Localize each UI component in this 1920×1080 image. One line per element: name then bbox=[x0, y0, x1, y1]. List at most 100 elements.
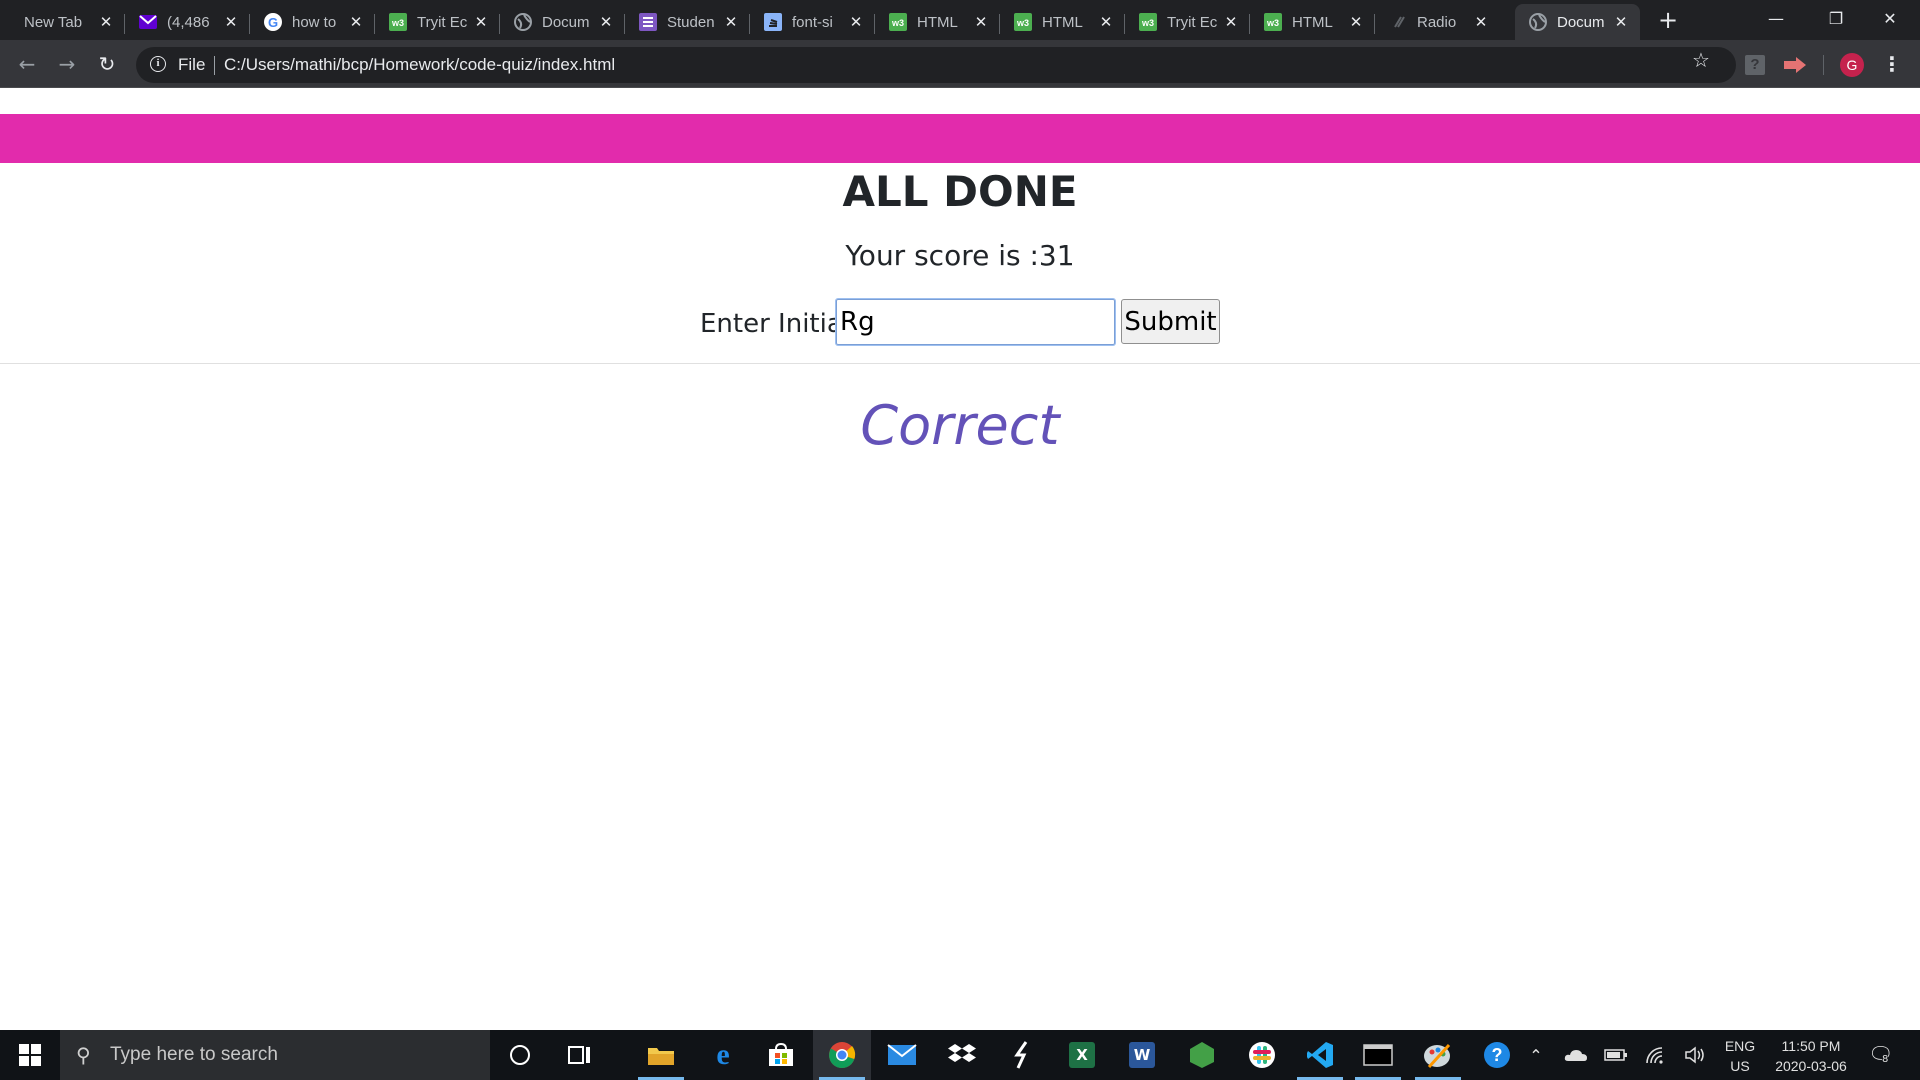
tab-html-1[interactable]: w3 HTML ✕ bbox=[875, 4, 1000, 40]
close-icon[interactable]: ✕ bbox=[1222, 13, 1240, 31]
profile-avatar[interactable]: G bbox=[1840, 53, 1864, 77]
tab-title: Radio bbox=[1417, 13, 1457, 31]
tab-google-search[interactable]: G how to ✕ bbox=[250, 4, 375, 40]
wifi-icon[interactable] bbox=[1642, 1030, 1670, 1080]
w3schools-icon: w3 bbox=[389, 13, 407, 31]
excel-tile: X bbox=[1069, 1042, 1095, 1068]
page-title: ALL DONE bbox=[842, 167, 1078, 216]
windows-start-icon[interactable] bbox=[0, 1030, 60, 1080]
initials-input[interactable] bbox=[835, 298, 1116, 346]
chrome-icon[interactable] bbox=[813, 1030, 871, 1080]
page-content: ALL DONE Your score is :31 Enter Initial… bbox=[0, 89, 1920, 1030]
system-clock[interactable]: 11:50 PM 2020-03-06 bbox=[1766, 1036, 1856, 1076]
volume-icon[interactable] bbox=[1682, 1030, 1710, 1080]
file-explorer-icon[interactable] bbox=[632, 1030, 690, 1080]
input-language[interactable]: ENG US bbox=[1722, 1036, 1758, 1076]
info-icon[interactable]: i bbox=[150, 56, 166, 72]
close-icon[interactable]: ✕ bbox=[347, 13, 365, 31]
nodejs-icon[interactable] bbox=[1173, 1030, 1231, 1080]
tab-title: Studen bbox=[667, 13, 715, 31]
taskbar-search-box[interactable]: ⚲ Type here to search bbox=[60, 1030, 490, 1080]
show-hidden-icons-chevron-icon[interactable]: ⌃ bbox=[1524, 1030, 1548, 1080]
tab-document-active[interactable]: Docum ✕ bbox=[1515, 4, 1640, 40]
header-bar bbox=[0, 114, 1920, 163]
tab-tryit-editor-2[interactable]: w3 Tryit Ec ✕ bbox=[1125, 4, 1250, 40]
vscode-icon[interactable] bbox=[1291, 1030, 1349, 1080]
kebab-menu-icon[interactable]: ⋮ bbox=[1882, 52, 1902, 76]
window-close-icon[interactable]: ✕ bbox=[1860, 0, 1920, 40]
bookmark-star-icon[interactable]: ☆ bbox=[1692, 48, 1710, 72]
tab-font-size[interactable]: font-si ✕ bbox=[750, 4, 875, 40]
w3schools-icon: w3 bbox=[1264, 13, 1282, 31]
word-tile: W bbox=[1129, 1042, 1155, 1068]
reload-icon[interactable]: ↻ bbox=[93, 51, 121, 79]
close-icon[interactable]: ✕ bbox=[222, 13, 240, 31]
terminal-icon[interactable] bbox=[1349, 1030, 1407, 1080]
address-bar[interactable]: i File C:/Users/mathi/bcp/Homework/code-… bbox=[136, 47, 1736, 83]
tab-title: how to bbox=[292, 13, 337, 31]
close-icon[interactable]: ✕ bbox=[972, 13, 990, 31]
extension-help-icon[interactable]: ? bbox=[1745, 55, 1765, 75]
edge-icon[interactable]: e bbox=[694, 1030, 752, 1080]
mail-icon[interactable] bbox=[873, 1030, 931, 1080]
close-icon[interactable]: ✕ bbox=[597, 13, 615, 31]
restore-icon[interactable]: ❐ bbox=[1806, 0, 1866, 40]
toolbar-separator bbox=[1823, 55, 1824, 75]
w3schools-icon: w3 bbox=[1139, 13, 1157, 31]
dropbox-icon[interactable] bbox=[933, 1030, 991, 1080]
address-divider bbox=[214, 56, 215, 75]
svg-text:G: G bbox=[268, 15, 278, 30]
submit-button[interactable]: Submit bbox=[1121, 299, 1220, 344]
onedrive-icon[interactable] bbox=[1562, 1030, 1590, 1080]
close-icon[interactable]: ✕ bbox=[722, 13, 740, 31]
clock-time: 11:50 PM bbox=[1781, 1038, 1841, 1054]
paint-icon[interactable] bbox=[1409, 1030, 1467, 1080]
close-icon[interactable]: ✕ bbox=[1472, 13, 1490, 31]
minimize-icon[interactable]: — bbox=[1746, 0, 1806, 40]
close-icon[interactable]: ✕ bbox=[1612, 13, 1630, 31]
help-icon[interactable]: ? bbox=[1468, 1030, 1526, 1080]
tab-title: Docum bbox=[542, 13, 590, 31]
action-center-icon[interactable]: 🗨 8 bbox=[1868, 1042, 1894, 1068]
tab-title: HTML bbox=[1042, 13, 1083, 31]
close-icon[interactable]: ✕ bbox=[847, 13, 865, 31]
tab-document[interactable]: Docum ✕ bbox=[500, 4, 625, 40]
extension-arrow-icon[interactable] bbox=[1784, 57, 1806, 73]
language-code: ENG bbox=[1724, 1038, 1756, 1054]
task-view-icon[interactable] bbox=[551, 1030, 609, 1080]
tab-title: font-si bbox=[792, 13, 833, 31]
slack-icon[interactable] bbox=[1233, 1030, 1291, 1080]
git-kraken-icon[interactable] bbox=[993, 1030, 1051, 1080]
excel-icon[interactable]: X bbox=[1053, 1030, 1111, 1080]
url-text[interactable]: C:/Users/mathi/bcp/Homework/code-quiz/in… bbox=[224, 55, 615, 75]
new-tab-button[interactable]: + bbox=[1654, 6, 1682, 34]
close-icon[interactable]: ✕ bbox=[97, 13, 115, 31]
close-icon[interactable]: ✕ bbox=[472, 13, 490, 31]
tab-radio[interactable]: Radio ✕ bbox=[1375, 4, 1500, 40]
google-icon: G bbox=[264, 13, 282, 31]
tab-tryit-editor[interactable]: w3 Tryit Ec ✕ bbox=[375, 4, 500, 40]
initials-form: Enter Initial: Submit bbox=[0, 298, 1920, 347]
word-icon[interactable]: W bbox=[1113, 1030, 1171, 1080]
search-placeholder: Type here to search bbox=[110, 1044, 278, 1065]
battery-icon[interactable] bbox=[1602, 1030, 1630, 1080]
tab-student[interactable]: Studen ✕ bbox=[625, 4, 750, 40]
forward-arrow-icon[interactable]: → bbox=[53, 51, 81, 79]
tab-yahoo-mail[interactable]: (4,486 ✕ bbox=[125, 4, 250, 40]
notification-count: 8 bbox=[1882, 1054, 1889, 1065]
cortana-icon[interactable] bbox=[491, 1030, 549, 1080]
close-icon[interactable]: ✕ bbox=[1347, 13, 1365, 31]
tab-html-2[interactable]: w3 HTML ✕ bbox=[1000, 4, 1125, 40]
tab-html-3[interactable]: w3 HTML ✕ bbox=[1250, 4, 1375, 40]
scheme-label: File bbox=[178, 55, 206, 74]
tab-new-tab[interactable]: New Tab ✕ bbox=[0, 4, 125, 40]
tab-title: Tryit Ec bbox=[1167, 13, 1218, 31]
list-icon bbox=[639, 13, 657, 31]
w3schools-icon: w3 bbox=[889, 13, 907, 31]
store-icon[interactable] bbox=[752, 1030, 810, 1080]
score-text: Your score is :31 bbox=[845, 239, 1075, 272]
back-arrow-icon[interactable]: ← bbox=[13, 51, 41, 79]
initial-label: Enter Initial: bbox=[700, 309, 859, 339]
region-code: US bbox=[1730, 1058, 1750, 1074]
close-icon[interactable]: ✕ bbox=[1097, 13, 1115, 31]
